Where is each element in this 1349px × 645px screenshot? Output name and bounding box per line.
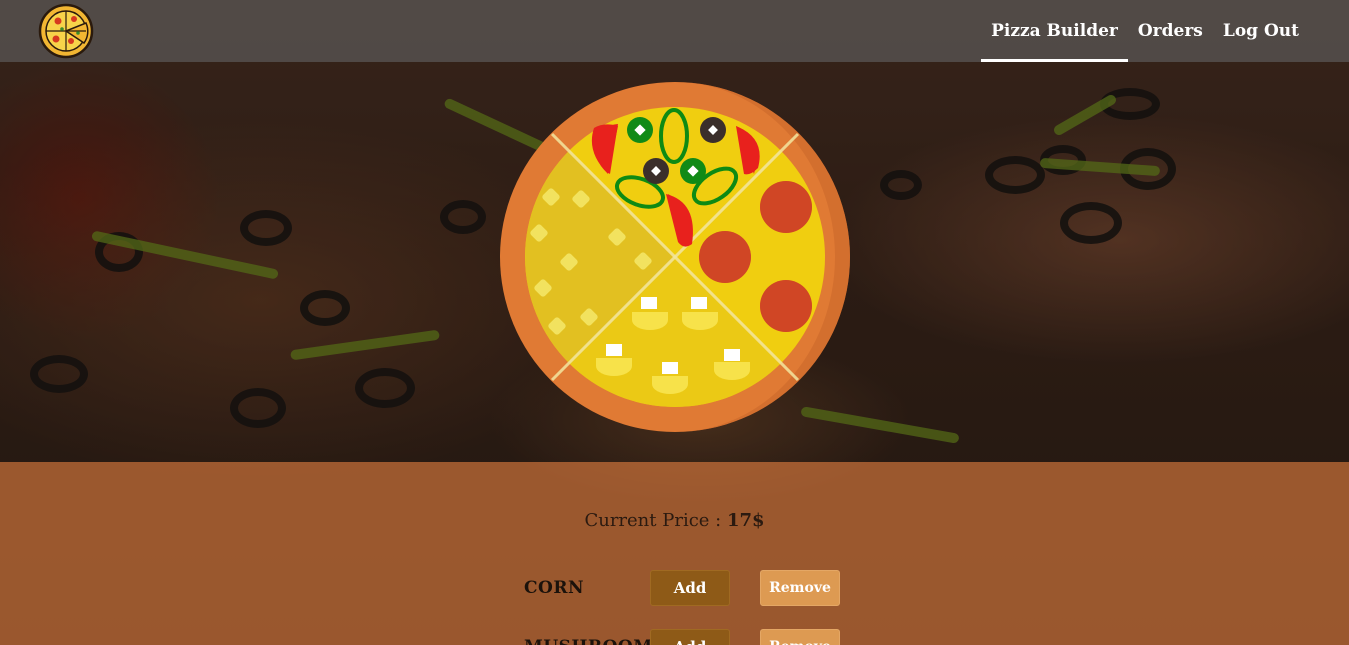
price-value: 17$ bbox=[726, 510, 765, 531]
price-label: Current Price : bbox=[584, 510, 722, 531]
nav-pizza-builder[interactable]: Pizza Builder bbox=[981, 0, 1128, 62]
topping-row-mushroom: MUSHROOM Add Remove bbox=[524, 629, 840, 645]
builder-controls: Current Price : 17$ CORN Add Remove MUSH… bbox=[0, 462, 1349, 645]
current-price: Current Price : 17$ bbox=[0, 510, 1349, 531]
nav-log-out[interactable]: Log Out bbox=[1213, 0, 1309, 62]
topping-label: MUSHROOM bbox=[524, 637, 652, 645]
topping-label: CORN bbox=[524, 578, 585, 598]
pizza-logo-icon[interactable] bbox=[38, 3, 94, 59]
nav-orders[interactable]: Orders bbox=[1128, 0, 1213, 62]
remove-corn-button[interactable]: Remove bbox=[760, 570, 840, 606]
pizza-preview bbox=[500, 82, 850, 432]
nav-links: Pizza Builder Orders Log Out bbox=[981, 0, 1309, 62]
add-mushroom-button[interactable]: Add bbox=[650, 629, 730, 645]
topping-row-corn: CORN Add Remove bbox=[524, 570, 840, 606]
add-corn-button[interactable]: Add bbox=[650, 570, 730, 606]
remove-mushroom-button[interactable]: Remove bbox=[760, 629, 840, 645]
top-navbar: Pizza Builder Orders Log Out bbox=[0, 0, 1349, 62]
